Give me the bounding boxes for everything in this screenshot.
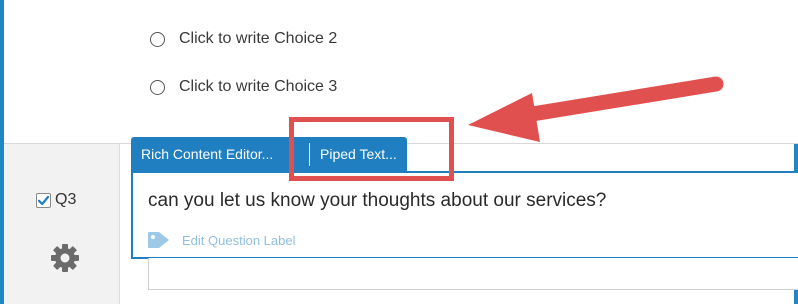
question-text-editor[interactable]: can you let us know your thoughts about … [131, 171, 798, 259]
choice-label[interactable]: Click to write Choice 2 [179, 30, 337, 48]
choice-option-2[interactable]: Click to write Choice 2 [150, 30, 337, 48]
rich-content-editor-button[interactable]: Rich Content Editor... [131, 137, 309, 172]
checkmark-icon [37, 195, 50, 205]
question-checkbox[interactable] [36, 192, 51, 208]
radio-button-icon[interactable] [150, 79, 165, 95]
question-gutter [4, 144, 120, 304]
radio-button-icon[interactable] [150, 31, 165, 47]
question-select[interactable]: Q3 [36, 191, 76, 209]
question-number: Q3 [55, 191, 77, 208]
gear-icon[interactable] [48, 241, 82, 275]
choice-option-3[interactable]: Click to write Choice 3 [150, 78, 337, 96]
question-text[interactable]: can you let us know your thoughts about … [148, 190, 606, 212]
highlight-box [289, 117, 454, 181]
tag-icon [148, 232, 169, 248]
edit-question-label-link[interactable]: Edit Question Label [147, 231, 295, 249]
answer-text-field[interactable] [148, 258, 798, 290]
edit-question-label-text[interactable]: Edit Question Label [182, 233, 295, 248]
choice-label[interactable]: Click to write Choice 3 [179, 78, 337, 96]
